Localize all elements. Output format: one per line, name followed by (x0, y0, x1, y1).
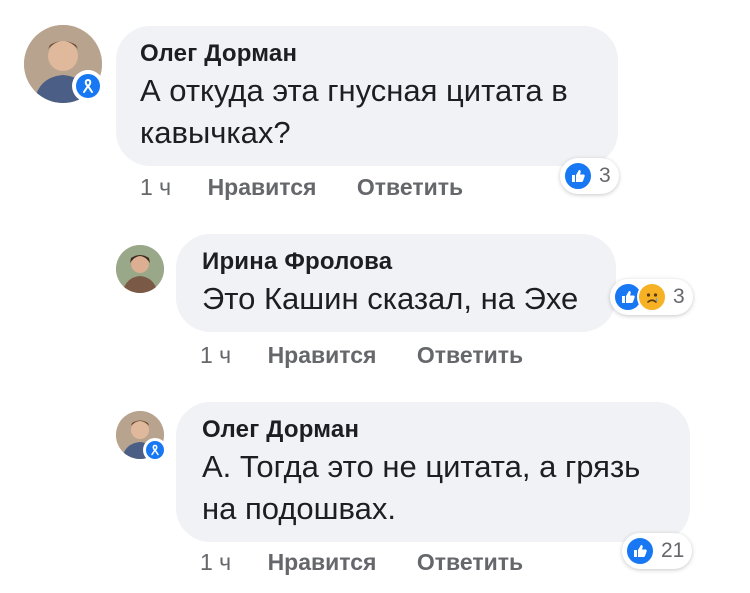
comment-time[interactable]: 1 ч (200, 342, 231, 369)
comment-text: Это Кашин сказал, на Эхе (202, 281, 579, 316)
comment-time[interactable]: 1 ч (200, 549, 231, 576)
reactions-summary[interactable]: 3 (610, 279, 693, 315)
sad-reaction-icon (637, 282, 667, 312)
comment-author[interactable]: Олег Дорман (202, 416, 666, 444)
like-button[interactable]: Нравится (268, 342, 377, 369)
comment-actions: 1 ч Нравится Ответить (200, 342, 523, 369)
profile-photo-icon (116, 245, 164, 293)
reactions-summary[interactable]: 21 (622, 533, 693, 569)
comment-3: Олег Дорман А. Тогда это не цитата, а гр… (0, 0, 750, 575)
comment-actions: 1 ч Нравится Ответить (200, 549, 523, 576)
ribbon-badge-icon (143, 438, 167, 462)
reaction-count: 21 (661, 539, 685, 562)
comment-bubble: Олег Дорман А. Тогда это не цитата, а гр… (176, 402, 690, 542)
reply-button[interactable]: Ответить (417, 549, 523, 576)
comment-text: А. Тогда это не цитата, а грязь на подош… (202, 449, 641, 526)
comment-author[interactable]: Ирина Фролова (202, 248, 592, 276)
avatar[interactable] (116, 245, 164, 293)
like-reaction-icon (625, 536, 655, 566)
like-button[interactable]: Нравится (268, 549, 377, 576)
reply-button[interactable]: Ответить (417, 342, 523, 369)
comment-bubble: Ирина Фролова Это Кашин сказал, на Эхе (176, 234, 616, 332)
reaction-count: 3 (673, 285, 685, 308)
